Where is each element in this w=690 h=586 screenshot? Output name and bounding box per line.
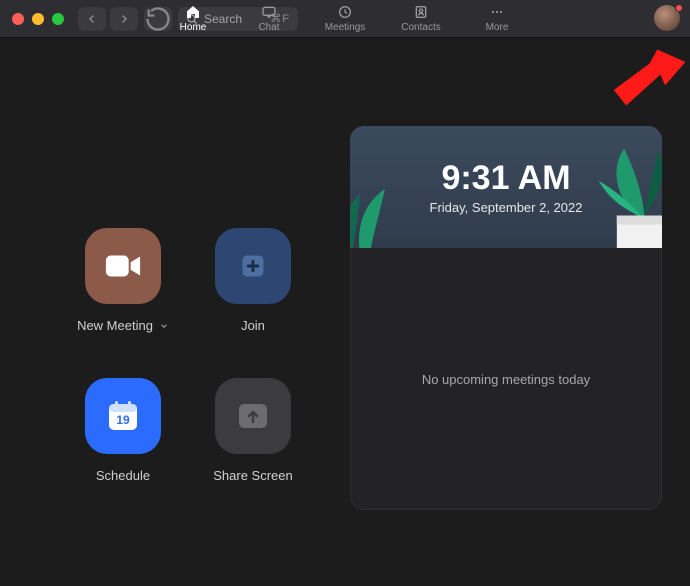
nav-back-button[interactable] bbox=[78, 7, 106, 31]
schedule-tile[interactable]: 19 Schedule bbox=[85, 378, 161, 483]
window-controls bbox=[12, 13, 64, 25]
tab-label: Home bbox=[180, 22, 207, 33]
window-zoom-button[interactable] bbox=[52, 13, 64, 25]
tab-label: More bbox=[486, 22, 509, 33]
status-indicator bbox=[675, 4, 683, 12]
home-icon bbox=[184, 4, 202, 20]
upcoming-card: 9:31 AM Friday, September 2, 2022 No upc… bbox=[350, 126, 662, 510]
window-close-button[interactable] bbox=[12, 13, 24, 25]
tab-more[interactable]: More bbox=[476, 4, 518, 33]
plant-decoration bbox=[560, 144, 662, 248]
clock-icon bbox=[336, 4, 354, 20]
tab-meetings[interactable]: Meetings bbox=[324, 4, 366, 33]
tile-label: Join bbox=[241, 318, 265, 333]
nav-forward-button[interactable] bbox=[110, 7, 138, 31]
share-screen-tile[interactable]: Share Screen bbox=[213, 378, 293, 483]
profile-avatar[interactable] bbox=[654, 5, 682, 33]
tab-label: Chat bbox=[258, 22, 279, 33]
window-minimize-button[interactable] bbox=[32, 13, 44, 25]
tile-label: Schedule bbox=[96, 468, 150, 483]
share-screen-icon bbox=[215, 378, 291, 454]
clock-hero: 9:31 AM Friday, September 2, 2022 bbox=[350, 126, 662, 248]
more-icon bbox=[488, 4, 506, 20]
new-meeting-tile[interactable]: New Meeting bbox=[77, 228, 169, 333]
join-tile[interactable]: Join bbox=[215, 228, 291, 333]
window-titlebar: Search ⌘F Home Chat Meetings Contacts Mo… bbox=[0, 0, 690, 38]
empty-message: No upcoming meetings today bbox=[422, 372, 590, 387]
tab-home[interactable]: Home bbox=[172, 4, 214, 33]
plus-icon bbox=[215, 228, 291, 304]
main-content: New Meeting Join 19 bbox=[0, 38, 690, 586]
tab-label: Contacts bbox=[401, 22, 440, 33]
tile-label: New Meeting bbox=[77, 318, 153, 333]
current-time: 9:31 AM bbox=[441, 159, 570, 198]
tab-label: Meetings bbox=[325, 22, 366, 33]
chat-icon bbox=[260, 4, 278, 20]
tile-label: Share Screen bbox=[213, 468, 293, 483]
svg-text:19: 19 bbox=[116, 413, 130, 427]
top-tabs: Home Chat Meetings Contacts More bbox=[172, 0, 518, 37]
contacts-icon bbox=[412, 4, 430, 20]
home-actions-pane: New Meeting Join 19 bbox=[0, 38, 350, 586]
tab-contacts[interactable]: Contacts bbox=[400, 4, 442, 33]
chevron-down-icon[interactable] bbox=[159, 321, 169, 331]
video-icon bbox=[85, 228, 161, 304]
upcoming-list: No upcoming meetings today bbox=[350, 248, 662, 510]
tab-chat[interactable]: Chat bbox=[248, 4, 290, 33]
home-info-pane: 9:31 AM Friday, September 2, 2022 No upc… bbox=[350, 38, 690, 586]
calendar-icon: 19 bbox=[85, 378, 161, 454]
history-button[interactable] bbox=[144, 7, 172, 31]
plant-decoration bbox=[350, 174, 400, 248]
